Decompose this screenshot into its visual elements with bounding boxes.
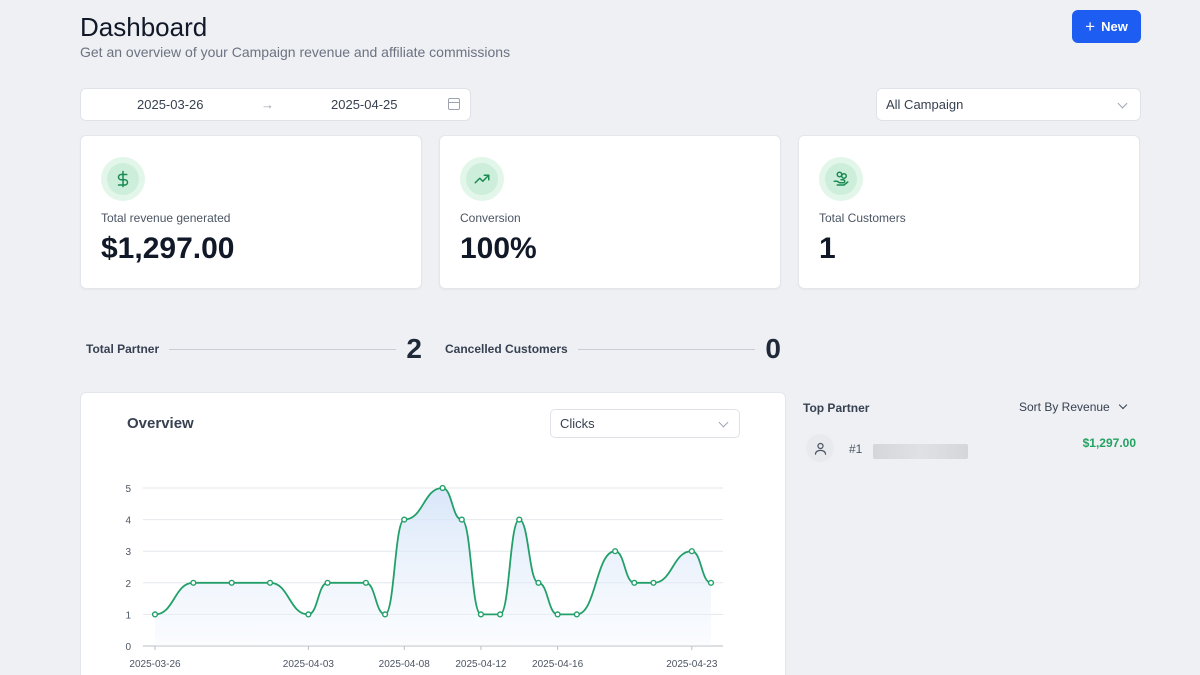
cancelled-customers-value: 0 <box>765 333 781 364</box>
cancelled-customers-summary: Cancelled Customers 0 <box>445 333 781 365</box>
data-point <box>707 579 715 586</box>
x-tick-label: 2025-03-26 <box>129 659 181 670</box>
stat-value: 100% <box>460 232 537 265</box>
partner-name-redacted <box>873 444 968 459</box>
series-area <box>155 488 711 646</box>
y-tick-label: 0 <box>125 642 131 653</box>
calendar-icon[interactable] <box>448 98 460 110</box>
trending-up-icon <box>460 157 504 201</box>
top-partner-title: Top Partner <box>803 401 870 415</box>
data-point <box>631 579 638 586</box>
y-tick-label: 3 <box>125 547 131 558</box>
x-tick-label: 2025-04-16 <box>532 659 584 670</box>
arrow-right-icon: → <box>261 97 274 112</box>
x-tick-label: 2025-04-08 <box>379 659 431 670</box>
data-point <box>612 548 619 555</box>
data-point <box>535 579 542 586</box>
stat-label: Total revenue generated <box>101 211 231 225</box>
total-partner-value: 2 <box>406 333 422 364</box>
divider <box>169 348 397 350</box>
date-end[interactable]: 2025-04-25 <box>331 97 398 112</box>
sort-label: Sort By Revenue <box>1019 400 1110 414</box>
data-point <box>324 579 331 586</box>
x-tick-label: 2025-04-23 <box>666 659 718 670</box>
stat-label: Total Customers <box>819 211 906 225</box>
data-point <box>477 611 485 618</box>
overview-chart: 0 1 2 3 4 5 2025-03-26 2025-04-03 2025-04-08 2025… <box>125 484 723 670</box>
data-point <box>516 516 523 523</box>
data-point <box>305 611 312 618</box>
page-title: Dashboard <box>80 12 208 42</box>
dollar-icon <box>101 157 145 201</box>
partner-revenue: $1,297.00 <box>1082 436 1136 450</box>
total-partner-summary: Total Partner 2 <box>86 333 422 365</box>
total-partner-label: Total Partner <box>86 342 160 356</box>
y-tick-label: 5 <box>125 484 131 495</box>
page-subtitle: Get an overview of your Campaign revenue… <box>80 44 511 60</box>
data-point <box>228 579 235 586</box>
stat-card-conversion: Conversion 100% <box>439 135 781 289</box>
x-tick-label: 2025-04-12 <box>455 659 507 670</box>
y-tick-label: 2 <box>125 579 131 590</box>
stat-card-revenue: Total revenue generated $1,297.00 <box>80 135 422 289</box>
data-point <box>151 611 159 618</box>
data-point <box>439 484 446 492</box>
y-tick-label: 1 <box>125 610 131 621</box>
data-point <box>497 611 504 618</box>
date-start[interactable]: 2025-03-26 <box>137 97 204 112</box>
date-range-picker[interactable]: 2025-03-26 → 2025-04-25 <box>80 88 471 121</box>
data-point <box>190 579 197 586</box>
data-point <box>401 516 408 523</box>
partner-rank: #1 <box>849 442 863 456</box>
overview-card: Overview Clicks 0 1 2 3 4 5 2025-03-26 2025-04-… <box>80 392 786 675</box>
data-point <box>362 579 369 586</box>
campaign-select[interactable]: All Campaign <box>876 88 1141 121</box>
stat-value: 1 <box>819 232 836 265</box>
stat-label: Conversion <box>460 211 521 225</box>
data-point <box>573 611 580 618</box>
new-button-label: New <box>1101 19 1128 34</box>
data-point <box>688 548 695 555</box>
stat-card-customers: Total Customers 1 <box>798 135 1140 289</box>
data-point <box>381 611 389 618</box>
y-tick-label: 4 <box>125 516 131 527</box>
x-tick-label: 2025-04-03 <box>283 659 335 670</box>
data-point <box>650 579 657 586</box>
sort-by-revenue-dropdown[interactable]: Sort By Revenue <box>1019 400 1127 414</box>
chevron-down-icon <box>1117 98 1128 109</box>
partner-row[interactable]: #1 $1,297.00 <box>806 434 1136 466</box>
cancelled-customers-label: Cancelled Customers <box>445 342 568 356</box>
stat-value: $1,297.00 <box>101 232 235 265</box>
campaign-select-value: All Campaign <box>886 97 964 112</box>
data-point <box>554 611 561 618</box>
new-button[interactable]: + New <box>1072 10 1141 43</box>
data-point <box>458 516 465 523</box>
user-avatar-icon <box>806 434 834 462</box>
hand-coins-icon <box>819 157 863 201</box>
data-point <box>266 579 274 586</box>
chevron-down-icon <box>1118 400 1127 410</box>
divider <box>577 348 756 350</box>
plus-icon: + <box>1085 17 1096 36</box>
